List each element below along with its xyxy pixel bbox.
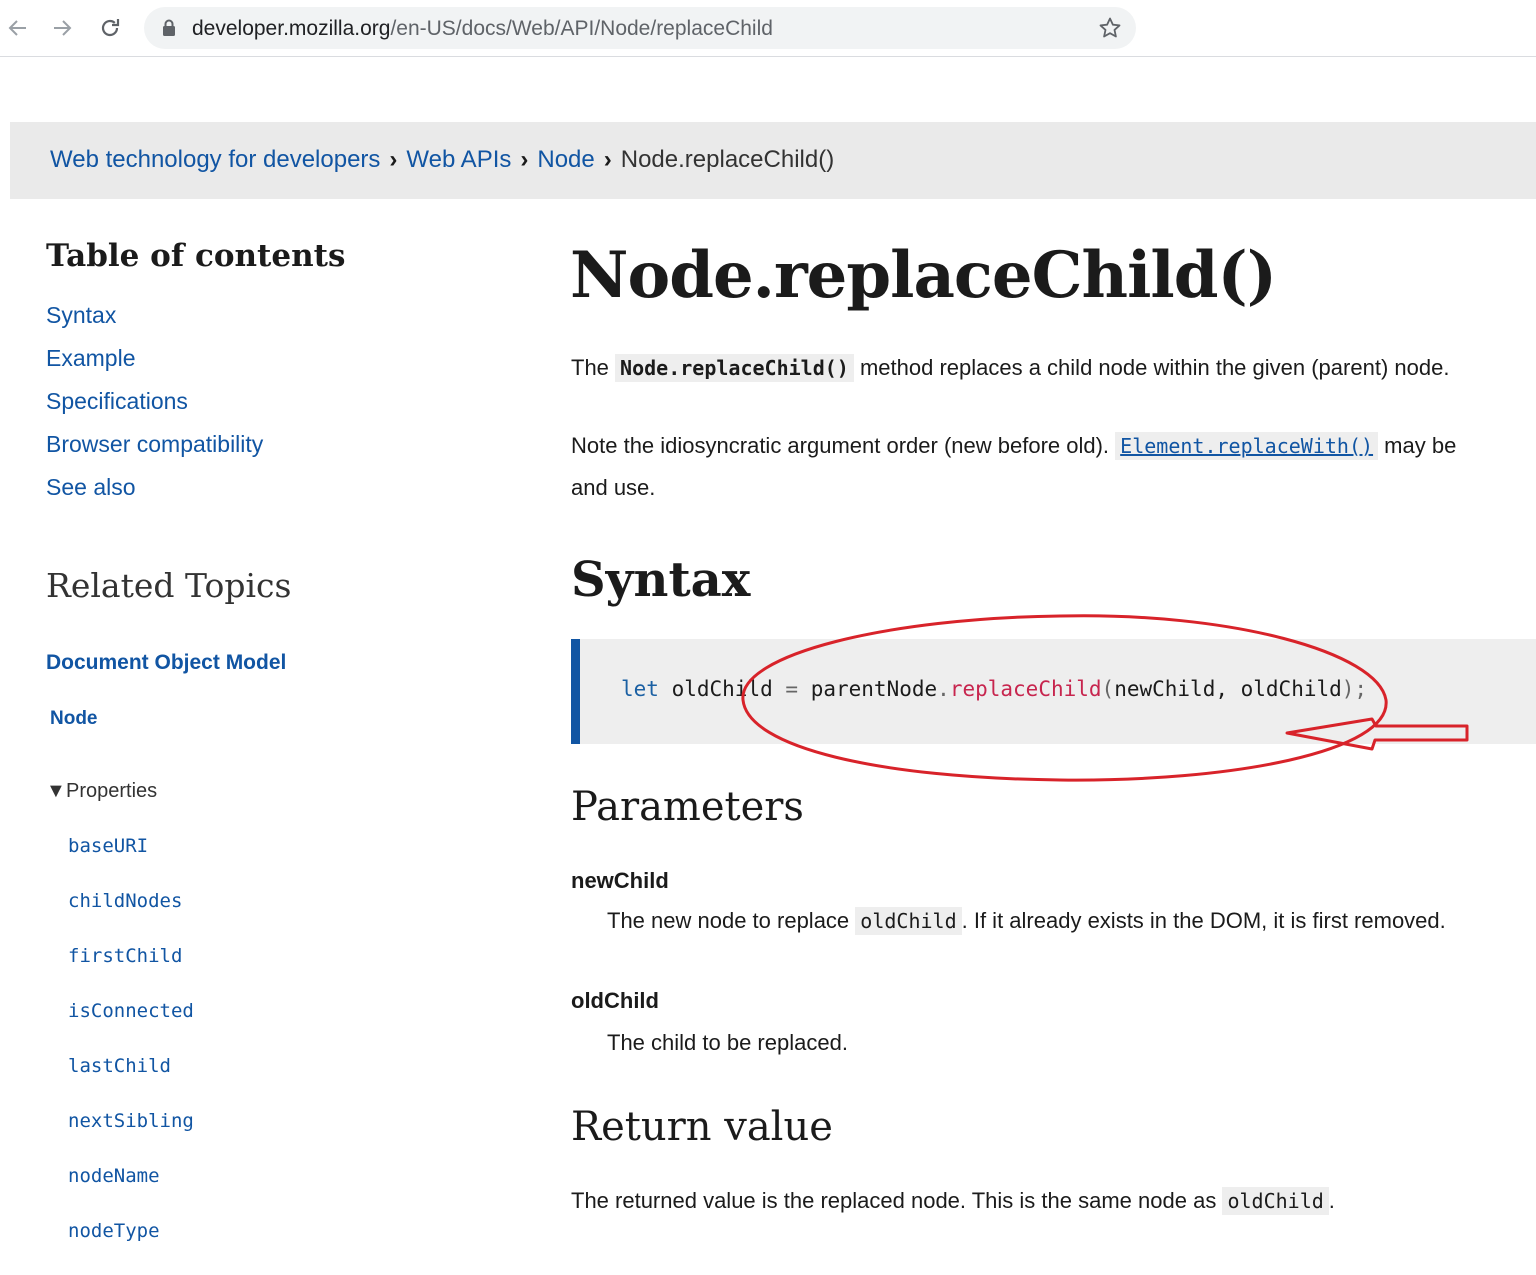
property-link[interactable]: baseURI [68, 835, 194, 890]
intro-code: Node.replaceChild() [615, 354, 854, 382]
address-bar[interactable]: developer.mozilla.org/en-US/docs/Web/API… [144, 7, 1136, 49]
parameters-heading: Parameters [571, 784, 804, 830]
element-replacewith-link[interactable]: Element.replaceWith() [1120, 434, 1373, 458]
toc-link-specifications[interactable]: Specifications [46, 388, 188, 414]
related-topics-title: Related Topics [46, 566, 292, 605]
arrow-left-icon [8, 20, 26, 36]
breadcrumb: Web technology for developers › Web APIs… [10, 122, 1536, 199]
back-button[interactable] [0, 10, 36, 46]
property-link[interactable]: lastChild [68, 1055, 194, 1110]
param-name-newchild: newChild [571, 868, 669, 893]
toc-title: Table of contents [46, 238, 346, 274]
breadcrumb-link-web-technology[interactable]: Web technology for developers [50, 146, 380, 174]
param-desc-newchild: The new node to replace oldChild. If it … [607, 907, 1446, 935]
url-text: developer.mozilla.org/en-US/docs/Web/API… [192, 17, 773, 40]
property-link[interactable]: childNodes [68, 890, 194, 945]
property-link[interactable]: nextSibling [68, 1110, 194, 1165]
chevron-right-icon: › [520, 146, 529, 173]
properties-list: baseURI childNodes firstChild isConnecte… [68, 835, 194, 1275]
return-value-heading: Return value [571, 1104, 833, 1150]
arrow-right-icon [54, 20, 72, 36]
lock-icon [163, 19, 175, 36]
sidebar-link-dom[interactable]: Document Object Model [46, 651, 286, 675]
property-link[interactable]: nodeName [68, 1165, 194, 1220]
intro-paragraph: The Node.replaceChild() method replaces … [571, 354, 1450, 382]
param-desc-oldchild: The child to be replaced. [607, 1030, 848, 1055]
syntax-heading: Syntax [571, 552, 751, 608]
star-icon[interactable] [1098, 16, 1122, 40]
param-name-oldchild: oldChild [571, 988, 659, 1013]
breadcrumb-link-web-apis[interactable]: Web APIs [406, 146, 511, 174]
syntax-code-block: let oldChild = parentNode.replaceChild(n… [571, 639, 1536, 744]
note-paragraph: Note the idiosyncratic argument order (n… [571, 432, 1457, 460]
triangle-down-icon: ▼ [46, 780, 66, 802]
page-title: Node.replaceChild() [570, 238, 1277, 313]
forward-button[interactable] [44, 10, 80, 46]
toc-link-see-also[interactable]: See also [46, 474, 136, 500]
toc-link-browser-compatibility[interactable]: Browser compatibility [46, 431, 263, 457]
reload-icon [101, 19, 120, 37]
reload-button[interactable] [92, 10, 128, 46]
toc-link-example[interactable]: Example [46, 345, 135, 371]
toc-link-syntax[interactable]: Syntax [46, 302, 116, 328]
toc-list: Syntax Example Specifications Browser co… [46, 302, 263, 517]
sidebar-link-node[interactable]: Node [50, 708, 98, 730]
return-paragraph: The returned value is the replaced node.… [571, 1187, 1335, 1215]
property-link[interactable]: isConnected [68, 1000, 194, 1055]
breadcrumb-link-node[interactable]: Node [537, 146, 594, 174]
properties-toggle[interactable]: ▼Properties [46, 780, 157, 803]
browser-toolbar: developer.mozilla.org/en-US/docs/Web/API… [0, 0, 1536, 57]
chevron-right-icon: › [603, 146, 612, 173]
note-paragraph-line2: and use. [571, 475, 656, 500]
property-link[interactable]: firstChild [68, 945, 194, 1000]
properties-label: Properties [66, 780, 158, 802]
syntax-code-line: let oldChild = parentNode.replaceChild(n… [621, 677, 1368, 701]
chevron-right-icon: › [389, 146, 398, 173]
breadcrumb-current: Node.replaceChild() [620, 146, 835, 173]
